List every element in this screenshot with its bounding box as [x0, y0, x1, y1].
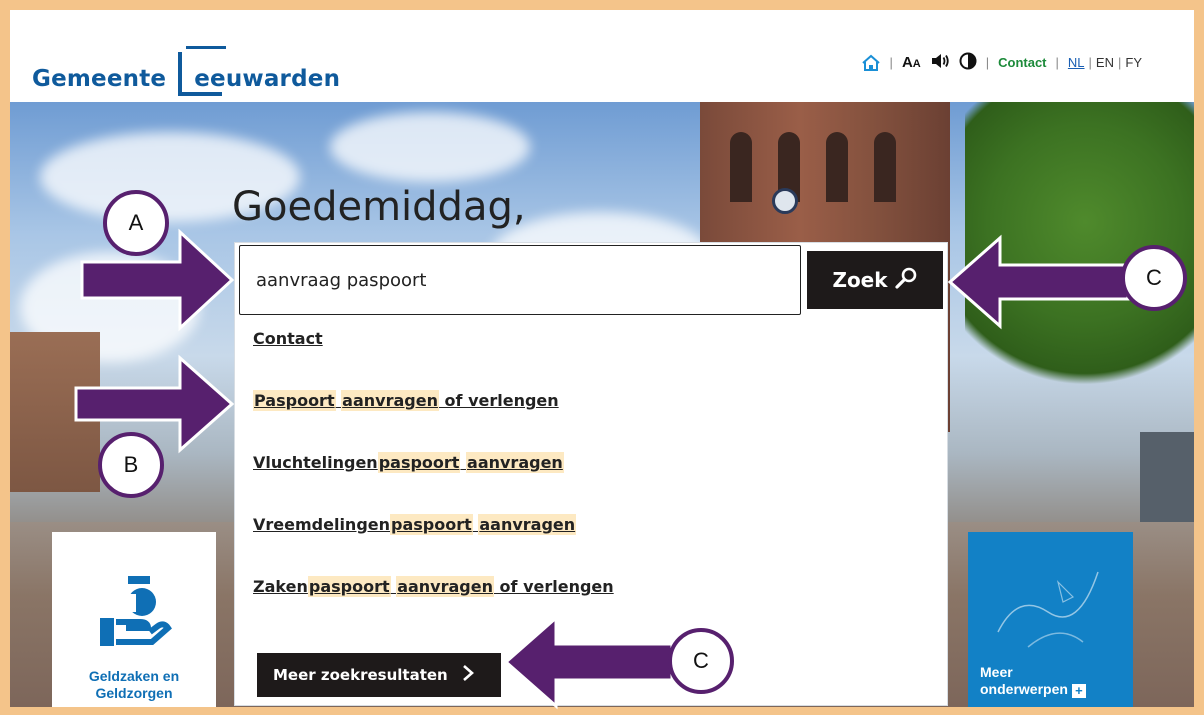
plus-icon: + [1071, 684, 1086, 698]
suggestion-text: Contact [253, 329, 323, 348]
search-button[interactable]: Zoek [807, 251, 943, 309]
suggestion-item[interactable]: Contact [253, 329, 323, 348]
logo-text-gemeente: Gemeente [32, 66, 167, 92]
site-logo[interactable]: Gemeente eeuwarden [32, 42, 341, 96]
site-header: Gemeente eeuwarden | AA | Contact | NL |… [10, 10, 1194, 102]
suggestion-highlight: aanvragen [341, 390, 439, 411]
suggestion-highlight: aanvragen [396, 576, 494, 597]
tile-label: Meer onderwerpen + [980, 664, 1086, 698]
contrast-icon[interactable] [959, 52, 977, 73]
tile-meer-onderwerpen[interactable]: Meer onderwerpen + [968, 532, 1133, 707]
font-size-button[interactable]: AA [902, 54, 921, 71]
suggestion-highlight: paspoort [307, 576, 391, 597]
suggestion-highlight: aanvragen [478, 514, 577, 535]
search-input[interactable]: aanvraag paspoort [239, 245, 801, 315]
contact-link[interactable]: Contact [998, 55, 1046, 70]
suggestion-highlight: aanvragen [466, 452, 564, 473]
tile-label-line: Geldzaken en [88, 668, 180, 684]
suggestion-item[interactable]: Vreemdelingenpaspoort aanvragen [253, 514, 577, 535]
tile-geldzaken[interactable]: Geldzaken en Geldzorgen [52, 532, 216, 707]
separator: | [1055, 55, 1059, 70]
suggestion-highlight: Paspoort [253, 390, 336, 411]
suggestion-highlight: paspoort [390, 514, 473, 535]
suggestion-text: of verlengen [438, 391, 559, 410]
separator: | [889, 55, 893, 70]
tile-label: Geldzaken en Geldzorgen [52, 668, 216, 702]
map-decoration-icon [988, 552, 1108, 667]
page-frame: Gemeente eeuwarden | AA | Contact | NL |… [10, 10, 1194, 707]
lang-fy-link[interactable]: FY [1125, 55, 1142, 70]
search-icon [894, 266, 918, 295]
annotation-label-c2: C [668, 628, 734, 694]
suggestion-text: of verlengen [493, 577, 614, 596]
more-results-button[interactable]: Meer zoekresultaten [257, 653, 501, 697]
suggestion-text: Vreemdelingen [253, 515, 391, 534]
tile-label-line: Geldzorgen [95, 685, 173, 701]
separator: | [985, 55, 990, 70]
lang-en-link[interactable]: EN [1096, 55, 1114, 70]
annotation-label-b: B [98, 432, 164, 498]
more-results-label: Meer zoekresultaten [273, 666, 448, 684]
greeting-heading: Goedemiddag, [232, 184, 526, 230]
logo-text-eeuwarden: eeuwarden [194, 66, 341, 92]
background-building [10, 332, 100, 492]
chevron-right-icon [462, 665, 474, 685]
suggestion-text: Vluchtelingen [253, 453, 378, 472]
tile-label-line: Meer [980, 664, 1013, 680]
suggestion-item[interactable]: Vluchtelingenpaspoort aanvragen [253, 452, 564, 473]
utility-bar: | AA | Contact | NL | EN | FY [861, 52, 1142, 73]
suggestion-text: Zaken [253, 577, 308, 596]
lang-nl-link[interactable]: NL [1068, 55, 1085, 70]
home-icon[interactable] [861, 54, 881, 72]
separator: | [1088, 55, 1092, 70]
annotation-label-c1: C [1121, 245, 1187, 311]
search-panel: aanvraag paspoort Zoek Contact Paspoort a… [235, 243, 947, 705]
font-size-small-label: A [912, 58, 921, 70]
suggestion-item[interactable]: Zakenpaspoort aanvragen of verlengen [253, 576, 614, 597]
suggestion-item[interactable]: Paspoort aanvragen of verlengen [253, 390, 559, 411]
font-size-label: A [901, 54, 913, 71]
search-button-label: Zoek [832, 268, 888, 292]
annotation-label-a: A [103, 190, 169, 256]
tile-label-line: onderwerpen [980, 681, 1068, 697]
logo-l-mark [178, 46, 227, 96]
suggestion-highlight: paspoort [377, 452, 461, 473]
money-hand-icon [96, 572, 172, 657]
speaker-icon[interactable] [930, 53, 950, 72]
separator: | [1117, 55, 1122, 70]
